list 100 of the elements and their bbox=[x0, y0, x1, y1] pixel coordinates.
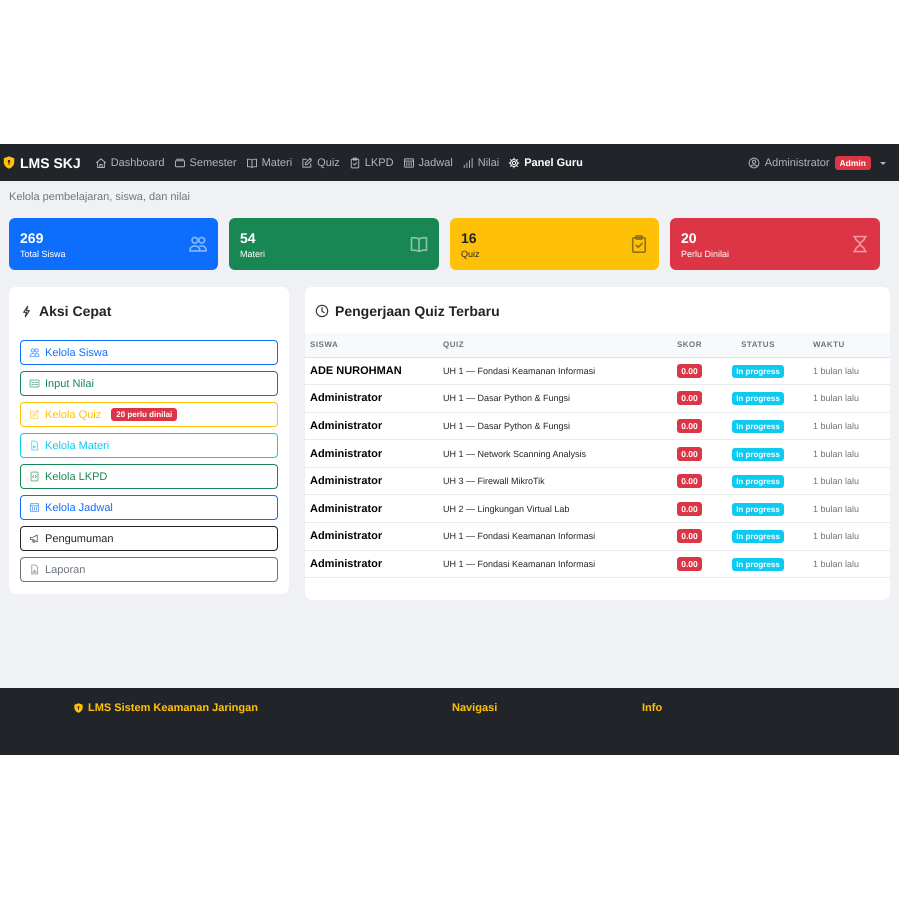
student-name: Administrator bbox=[305, 467, 438, 495]
status-badge: In progress bbox=[732, 392, 784, 406]
quick-action-button[interactable]: Kelola Quiz 20 perlu dinilai bbox=[20, 402, 278, 427]
stat-value: 269 bbox=[20, 230, 44, 246]
time-ago: 1 bulan lalu bbox=[808, 494, 890, 523]
shield-icon bbox=[73, 702, 84, 714]
time-ago: 1 bulan lalu bbox=[808, 467, 890, 495]
quiz-name: UH 3 — Firewall MikroTik bbox=[438, 467, 671, 495]
footer-heading: Navigasi bbox=[452, 702, 498, 714]
student-name: Administrator bbox=[305, 522, 438, 550]
id-card-icon bbox=[29, 378, 40, 389]
user-avatar-icon bbox=[748, 156, 760, 168]
nav-link[interactable]: LKPD bbox=[348, 156, 394, 168]
student-name: Administrator bbox=[305, 440, 438, 468]
nav-link[interactable]: Semester bbox=[174, 156, 237, 168]
tray-icon bbox=[174, 156, 186, 168]
report-file-icon bbox=[29, 564, 40, 575]
footer-heading: Info bbox=[642, 702, 662, 714]
quick-action-button[interactable]: Kelola Jadwal bbox=[20, 495, 278, 520]
time-ago: 1 bulan lalu bbox=[808, 550, 890, 578]
quiz-name: UH 2 — Lingkungan Virtual Lab bbox=[438, 494, 671, 523]
status-badge: In progress bbox=[732, 558, 784, 571]
quick-action-button[interactable]: Kelola Siswa bbox=[20, 340, 278, 365]
time-ago: 1 bulan lalu bbox=[808, 357, 890, 385]
page-subtitle: Kelola pembelajaran, siswa, dan nilai bbox=[9, 191, 191, 203]
column-header: SKOR bbox=[671, 333, 708, 357]
quiz-name: UH 1 — Fondasi Keamanan Informasi bbox=[438, 522, 671, 550]
people-icon bbox=[29, 347, 40, 358]
hourglass-icon bbox=[850, 234, 870, 254]
footer-heading: LMS Sistem Keamanan Jaringan bbox=[88, 702, 258, 714]
column-header: WAKTU bbox=[808, 333, 890, 357]
card-title: Aksi Cepat bbox=[39, 303, 112, 319]
megaphone-icon bbox=[29, 533, 40, 544]
user-name: Administrator bbox=[764, 156, 830, 168]
quick-action-button[interactable]: Pengumuman bbox=[20, 526, 278, 551]
stat-label: Materi bbox=[240, 248, 266, 258]
quiz-name: UH 1 — Dasar Python & Fungsi bbox=[438, 412, 671, 440]
user-menu[interactable]: Administrator Admin bbox=[748, 156, 887, 170]
score-badge: 0.00 bbox=[677, 502, 702, 516]
nav-link[interactable]: Jadwal bbox=[402, 156, 453, 168]
student-name: ADE NUROHMAN bbox=[305, 357, 438, 385]
status-badge: In progress bbox=[732, 364, 784, 378]
quick-action-button[interactable]: Laporan bbox=[20, 557, 278, 582]
stat-label: Quiz bbox=[461, 248, 480, 258]
student-name: Administrator bbox=[305, 412, 438, 440]
file-icon bbox=[29, 440, 40, 451]
score-badge: 0.00 bbox=[677, 418, 702, 433]
quiz-name: UH 1 — Fondasi Keamanan Informasi bbox=[438, 357, 671, 385]
column-header: SISWA bbox=[305, 333, 438, 357]
clipboard-icon bbox=[629, 234, 649, 254]
nav-link[interactable]: Materi bbox=[246, 156, 292, 168]
grid-icon bbox=[29, 502, 40, 513]
house-icon bbox=[94, 156, 107, 168]
student-name: Administrator bbox=[305, 550, 438, 578]
stat-value: 20 bbox=[681, 230, 698, 246]
score-badge: 0.00 bbox=[677, 474, 702, 488]
quick-action-button[interactable]: Kelola LKPD bbox=[20, 464, 278, 489]
status-badge: In progress bbox=[732, 420, 784, 433]
score-badge: 0.00 bbox=[677, 556, 702, 571]
status-badge: In progress bbox=[732, 448, 784, 461]
stat-label: Total Siswa bbox=[20, 248, 66, 258]
lightning-icon bbox=[20, 304, 33, 318]
stat-label: Perlu Dinilai bbox=[681, 248, 730, 258]
score-badge: 0.00 bbox=[677, 529, 702, 544]
card-title: Pengerjaan Quiz Terbaru bbox=[335, 303, 500, 319]
role-badge: Admin bbox=[834, 156, 871, 170]
quiz-name: UH 1 — Network Scanning Analysis bbox=[438, 440, 671, 468]
time-ago: 1 bulan lalu bbox=[808, 440, 890, 468]
nav-link[interactable]: Panel Guru bbox=[508, 156, 583, 168]
pencil-square-icon bbox=[301, 156, 314, 168]
people-icon bbox=[188, 234, 208, 254]
score-badge: 0.00 bbox=[677, 446, 702, 461]
time-ago: 1 bulan lalu bbox=[808, 412, 890, 440]
code-file-icon bbox=[29, 471, 40, 482]
status-badge: In progress bbox=[732, 475, 784, 488]
score-badge: 0.00 bbox=[677, 364, 702, 378]
student-name: Administrator bbox=[305, 494, 438, 523]
status-badge: In progress bbox=[732, 502, 784, 516]
clipboard-icon bbox=[348, 156, 361, 168]
book-icon bbox=[409, 234, 429, 254]
nav-link[interactable]: Dashboard bbox=[94, 156, 165, 168]
score-badge: 0.00 bbox=[677, 391, 702, 406]
clock-icon bbox=[315, 304, 329, 318]
stat-value: 54 bbox=[240, 230, 257, 246]
pencil-square-icon bbox=[29, 409, 40, 420]
stat-value: 16 bbox=[461, 230, 478, 246]
book-icon bbox=[246, 156, 258, 168]
quick-action-button[interactable]: Input Nilai bbox=[20, 371, 278, 396]
student-name: Administrator bbox=[305, 384, 438, 412]
brand-link[interactable]: LMS SKJ bbox=[2, 154, 81, 170]
count-badge: 20 perlu dinilai bbox=[111, 408, 178, 421]
time-ago: 1 bulan lalu bbox=[808, 522, 890, 550]
column-header: QUIZ bbox=[438, 333, 671, 357]
nav-link[interactable]: Quiz bbox=[301, 156, 340, 168]
grid-icon bbox=[402, 156, 415, 168]
settings-icon bbox=[508, 156, 520, 168]
column-header: STATUS bbox=[708, 333, 808, 357]
status-badge: In progress bbox=[732, 530, 784, 544]
nav-link[interactable]: Nilai bbox=[462, 156, 500, 168]
quiz-name: UH 1 — Dasar Python & Fungsi bbox=[438, 384, 671, 412]
